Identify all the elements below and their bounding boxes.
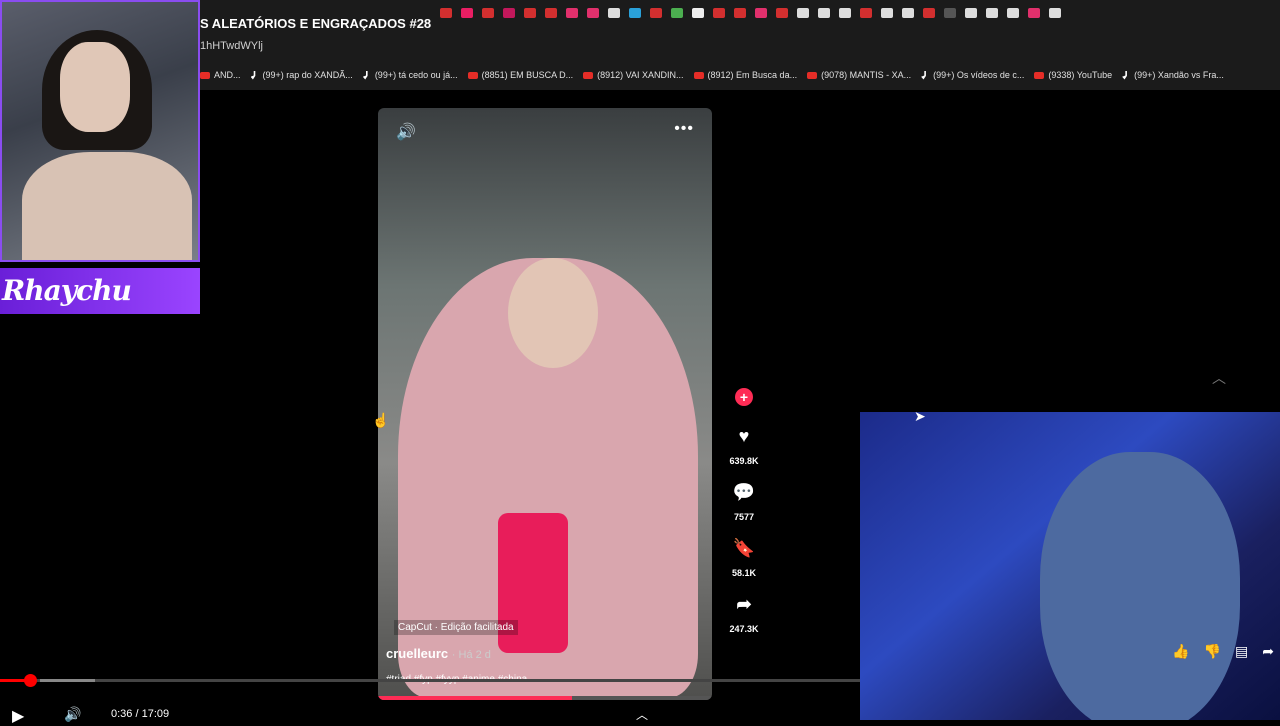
bookmark-item[interactable]: (99+) Os vídeos de c...: [921, 70, 1024, 80]
save-count: 58.1K: [731, 568, 757, 578]
mouse-cursor: ☝: [372, 412, 390, 428]
bookmark-item[interactable]: (8912) VAI XANDIN...: [583, 70, 684, 80]
bookmarks-bar: AND... (99+) rap do XANDÃ... (99+) tá ce…: [200, 66, 1224, 84]
youtube-icon: [807, 71, 818, 79]
overlay-controls: 👍 👎 ▤ ➦: [1172, 643, 1274, 660]
address-bar[interactable]: 1hHTwdWYlj: [200, 40, 263, 52]
tiktok-icon: [1122, 70, 1127, 80]
share-icon[interactable]: ➦: [1262, 643, 1274, 660]
tiktok-action-bar: + ♥ 639.8K 💬 7577 🔖 58.1K ➦ 247.3K: [724, 388, 764, 650]
tiktok-icon: [250, 70, 256, 80]
time-display: 0:36 / 17:09: [111, 708, 170, 720]
bookmark-item[interactable]: (8912) Em Busca da...: [693, 70, 797, 80]
comment-count: 7577: [733, 512, 755, 522]
tiktok-icon: [921, 70, 926, 80]
bookmark-icon[interactable]: 🔖: [732, 538, 756, 562]
volume-icon[interactable]: 🔊: [64, 706, 81, 723]
heart-icon[interactable]: ♥: [732, 426, 756, 450]
video-title: S ALEATÓRIOS E ENGRAÇADOS #28: [200, 16, 432, 31]
bookmark-item[interactable]: (99+) tá cedo ou já...: [362, 70, 458, 80]
thumbs-up-icon[interactable]: 👍: [1172, 643, 1189, 660]
streamer-name: Rhaychu: [2, 274, 132, 307]
bookmark-item[interactable]: (8851) EM BUSCA D...: [467, 70, 573, 80]
share-count: 247.3K: [729, 624, 759, 634]
youtube-icon: [1034, 71, 1045, 79]
seek-handle[interactable]: [24, 674, 38, 687]
tiktok-icon: [362, 70, 368, 80]
chevron-up-icon[interactable]: ︿: [636, 706, 648, 723]
youtube-icon: [693, 71, 704, 79]
volume-icon[interactable]: 🔊: [396, 122, 416, 142]
more-options-icon[interactable]: •••: [674, 120, 694, 138]
thumbs-down-icon[interactable]: 👎: [1204, 643, 1221, 660]
youtube-icon: [200, 71, 210, 79]
bookmark-item[interactable]: (9338) YouTube: [1034, 70, 1112, 80]
video-author[interactable]: cruelleurc · Há 2 d: [386, 646, 491, 661]
tab-icon-strip[interactable]: [440, 6, 1280, 20]
youtube-icon: [583, 71, 594, 79]
youtube-player-controls: ▶ 🔊 0:36 / 17:09 ︿: [0, 672, 860, 725]
share-icon[interactable]: ➦: [732, 594, 756, 618]
bookmark-item[interactable]: (9078) MANTIS - XA...: [807, 70, 911, 80]
tiktok-video[interactable]: 🔊 ••• CapCut · Edição facilitada cruelle…: [378, 108, 712, 700]
follow-plus-icon[interactable]: +: [735, 388, 753, 406]
comment-icon[interactable]: 💬: [732, 482, 756, 506]
chevron-up-icon[interactable]: ︿: [1212, 368, 1226, 388]
play-icon[interactable]: ▶: [12, 706, 24, 726]
bookmark-item[interactable]: (99+) rap do XANDÃ...: [250, 70, 353, 80]
bookmark-item[interactable]: (99+) Xandão vs Fra...: [1122, 70, 1224, 80]
seek-bar[interactable]: [0, 679, 860, 682]
youtube-icon: [467, 71, 478, 79]
comment-icon[interactable]: ▤: [1235, 643, 1248, 660]
bookmark-item[interactable]: AND...: [200, 70, 241, 80]
facecam-overlay: 👍 👎 ▤ ➦: [860, 412, 1280, 720]
streamer-name-banner: Rhaychu: [0, 268, 200, 314]
mouse-cursor: ➤: [914, 408, 926, 424]
like-count: 639.8K: [729, 456, 759, 466]
capcut-label[interactable]: CapCut · Edição facilitada: [394, 620, 518, 635]
streamer-webcam: [0, 0, 200, 262]
seek-bar-buffered: [40, 679, 95, 682]
